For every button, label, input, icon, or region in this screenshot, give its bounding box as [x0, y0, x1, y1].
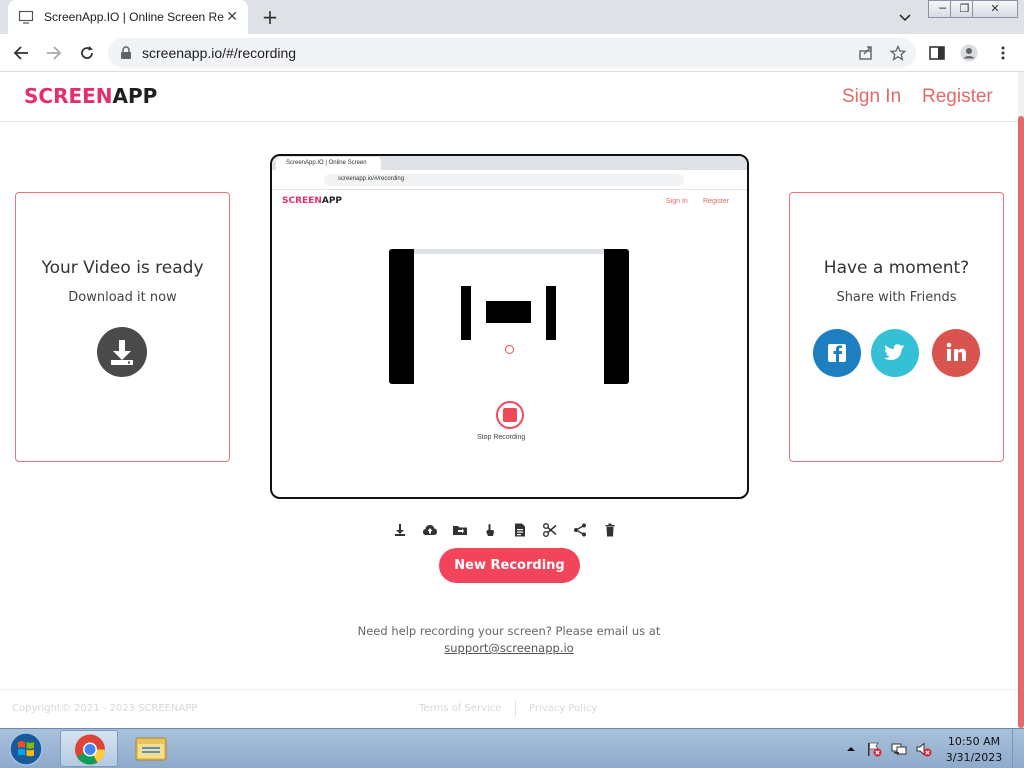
scrollbar-thumb[interactable]	[1018, 116, 1024, 728]
trash-icon[interactable]	[602, 522, 618, 538]
footer-copyright: Copyright© 2021 - 2023 SCREENAPP	[12, 703, 198, 714]
system-clock[interactable]: 10:50 AM 3/31/2023	[944, 734, 1004, 766]
twitter-icon	[884, 344, 905, 360]
preview-logo: SCREENAPP	[282, 196, 342, 206]
network-icon[interactable]	[891, 741, 907, 757]
browser-tab[interactable]: ScreenApp.IO | Online Screen Re ✕	[8, 0, 248, 34]
preview-stop-button	[496, 401, 524, 429]
page-content: SCREENAPP Sign In Register Your Video is…	[0, 72, 1018, 728]
clock-time: 10:50 AM	[947, 735, 1001, 748]
video-ready-title: Your Video is ready	[41, 258, 204, 278]
lock-icon[interactable]	[120, 46, 132, 60]
preview-tab-title: ScreenApp.IO | Online Screen	[276, 157, 381, 170]
site-footer: Copyright© 2021 - 2023 SCREENAPP Terms o…	[0, 689, 1018, 728]
site-header: SCREENAPP Sign In Register	[0, 72, 1018, 122]
logo-screen-text: SCREEN	[24, 84, 113, 108]
show-desktop-button[interactable]	[1012, 729, 1024, 768]
taskbar-chrome-button[interactable]	[60, 730, 118, 767]
profile-avatar-icon[interactable]	[960, 44, 978, 62]
folder-explorer-icon	[135, 737, 167, 761]
support-email-container: support@screenapp.io	[0, 641, 1018, 655]
preview-toolbar: screenapp.io/#/recording	[272, 170, 747, 190]
tab-close-icon[interactable]: ✕	[226, 9, 238, 25]
monitor-icon	[18, 10, 34, 24]
share-card: Have a moment? Share with Friends	[789, 192, 1004, 462]
help-text: Need help recording your screen? Please …	[357, 624, 661, 638]
scissors-icon[interactable]	[542, 522, 558, 538]
terms-link[interactable]: Terms of Service	[419, 703, 501, 714]
show-hidden-icons-icon[interactable]	[843, 741, 859, 757]
twitter-share-button[interactable]	[871, 329, 919, 377]
forward-icon[interactable]	[45, 44, 63, 62]
support-email-link[interactable]: support@screenapp.io	[444, 641, 573, 655]
page-scrollbar[interactable]	[1018, 72, 1024, 728]
start-button-icon[interactable]	[4, 731, 48, 767]
close-window-button[interactable]: ✕	[972, 0, 1018, 18]
address-bar[interactable]: screenapp.io/#/recording	[108, 38, 916, 68]
download-icon	[111, 340, 133, 365]
preview-tab-bar: ScreenApp.IO | Online Screen	[272, 156, 747, 170]
share-title: Have a moment?	[823, 258, 970, 278]
browser-toolbar: screenapp.io/#/recording	[0, 34, 1024, 72]
chrome-icon	[75, 734, 105, 765]
preview-logo-app: APP	[321, 196, 343, 206]
sign-in-link[interactable]: Sign In	[842, 86, 901, 108]
facebook-share-button[interactable]	[813, 329, 861, 377]
share-page-icon[interactable]	[858, 45, 874, 61]
linkedin-share-button[interactable]	[932, 329, 980, 377]
nested-preview-screen	[414, 249, 604, 384]
preview-sign-in: Sign In	[666, 198, 688, 205]
footer-divider	[515, 701, 516, 717]
new-recording-button[interactable]: New Recording	[439, 548, 580, 583]
linkedin-icon	[946, 342, 966, 361]
browser-tab-bar: ScreenApp.IO | Online Screen Re ✕ + ─ ❐ …	[0, 0, 1024, 34]
video-ready-card: Your Video is ready Download it now	[15, 192, 230, 462]
preview-url: screenapp.io/#/recording	[324, 174, 684, 186]
nested-preview	[389, 249, 629, 384]
privacy-link[interactable]: Privacy Policy	[529, 703, 597, 714]
preview-logo-screen: SCREEN	[282, 196, 322, 206]
download-icon[interactable]	[392, 522, 408, 538]
touch-icon[interactable]	[482, 522, 498, 538]
facebook-icon	[828, 344, 846, 362]
register-link[interactable]: Register	[922, 86, 993, 108]
action-center-flag-icon[interactable]	[866, 741, 882, 757]
recording-preview[interactable]: ScreenApp.IO | Online Screen screenapp.i…	[270, 154, 749, 499]
tab-title: ScreenApp.IO | Online Screen Re	[44, 10, 224, 24]
back-icon[interactable]	[12, 44, 30, 62]
more-menu-icon[interactable]	[994, 44, 1012, 62]
url-text[interactable]: screenapp.io/#/recording	[142, 45, 296, 61]
share-subtitle: Share with Friends	[836, 290, 957, 305]
windows-taskbar: 10:50 AM 3/31/2023	[0, 728, 1024, 768]
tab-search-icon[interactable]	[896, 8, 914, 26]
cloud-upload-icon[interactable]	[422, 522, 438, 538]
reload-icon[interactable]	[78, 44, 96, 62]
clock-date: 3/31/2023	[945, 751, 1003, 764]
download-button[interactable]	[97, 327, 147, 377]
volume-muted-icon[interactable]	[916, 741, 932, 757]
site-logo[interactable]: SCREENAPP	[24, 84, 157, 108]
logo-app-text: APP	[112, 84, 158, 108]
bookmark-star-icon[interactable]	[890, 45, 906, 61]
share-icon[interactable]	[572, 522, 588, 538]
folder-icon[interactable]	[452, 522, 468, 538]
document-icon[interactable]	[512, 522, 528, 538]
side-panel-icon[interactable]	[928, 44, 946, 62]
download-subtitle: Download it now	[68, 290, 177, 305]
preview-stop-label: Stop Recording	[477, 434, 526, 441]
preview-register: Register	[703, 198, 730, 205]
taskbar-explorer-button[interactable]	[122, 730, 180, 767]
new-tab-button[interactable]: +	[260, 6, 280, 28]
